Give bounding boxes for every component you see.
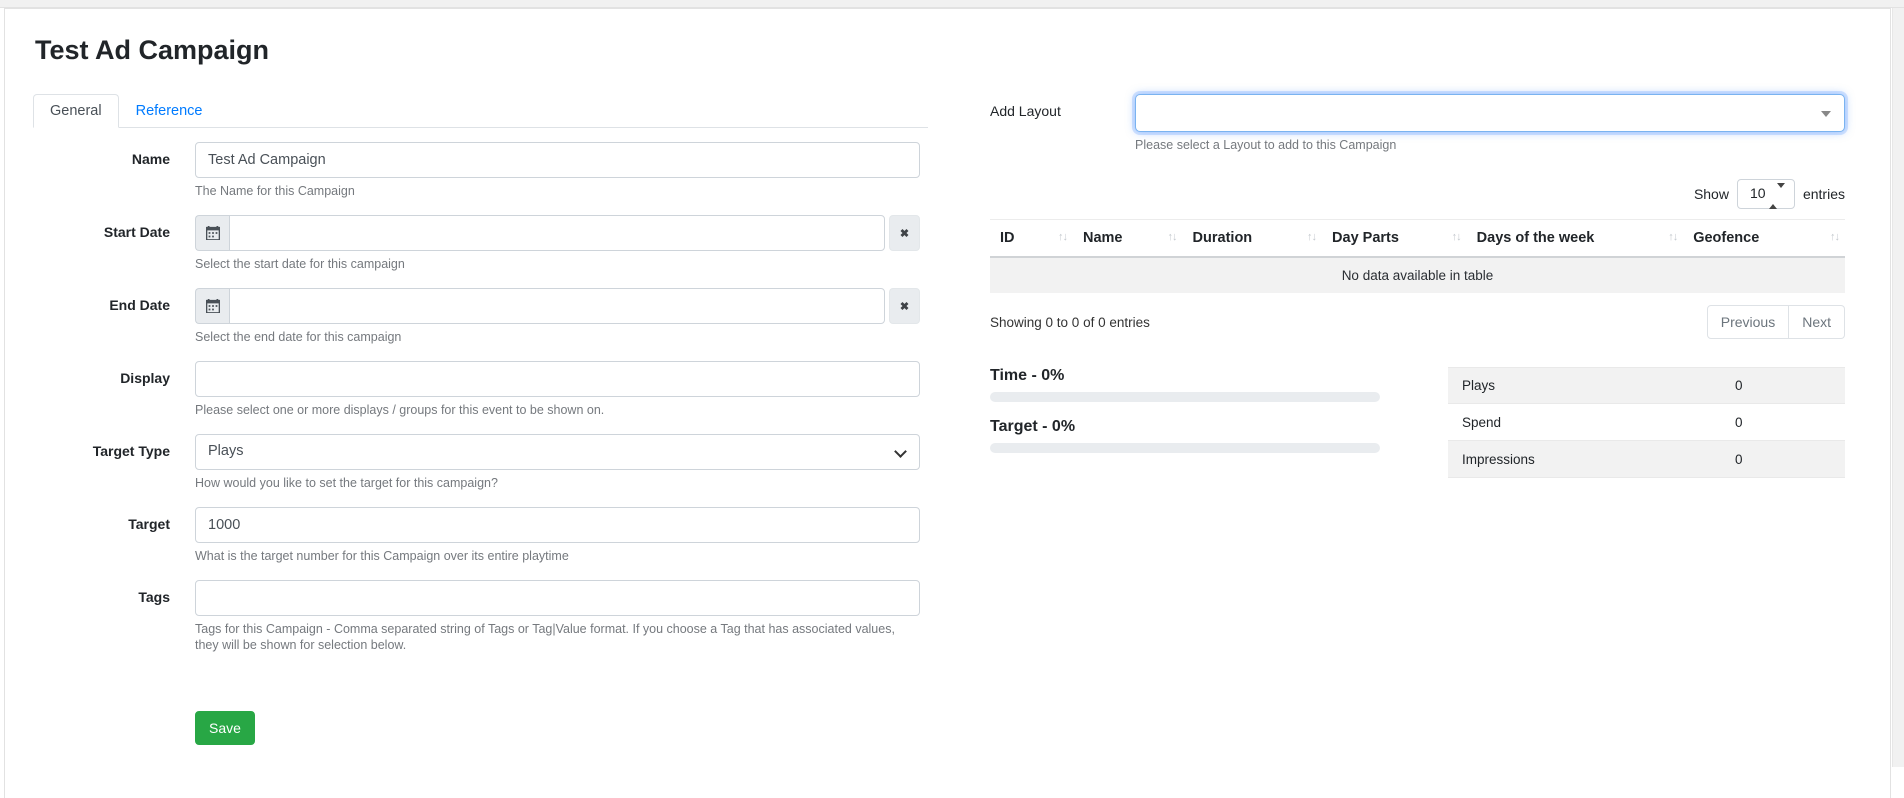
end-date-input[interactable] [229, 288, 885, 324]
column-header-geofence[interactable]: Geofence ↑↓ [1683, 220, 1845, 258]
clear-end-date-button[interactable]: ✖ [889, 288, 920, 324]
stat-value: 0 [1735, 415, 1831, 430]
tab-reference[interactable]: Reference [119, 94, 220, 128]
tab-general[interactable]: General [33, 94, 119, 128]
save-button[interactable]: Save [195, 711, 255, 745]
display-helper: Please select one or more displays / gro… [195, 402, 920, 418]
entries-label: entries [1803, 186, 1845, 202]
end-date-label: End Date [33, 288, 195, 345]
window-top-strip [0, 0, 1904, 8]
sort-icon: ↑↓ [1668, 231, 1677, 243]
stat-label: Plays [1462, 378, 1735, 393]
sort-icon: ↑↓ [1452, 231, 1461, 243]
table-summary: Showing 0 to 0 of 0 entries [990, 315, 1150, 330]
display-label: Display [33, 361, 195, 418]
progress-section: Time - 0% Target - 0% [990, 367, 1380, 478]
column-header-days-of-week[interactable]: Days of the week ↑↓ [1467, 220, 1684, 258]
stat-row-spend: Spend 0 [1448, 404, 1845, 441]
page-length-select[interactable]: 10 [1737, 179, 1795, 209]
target-type-helper: How would you like to set the target for… [195, 475, 920, 491]
clear-start-date-button[interactable]: ✖ [889, 215, 920, 251]
empty-table-message: No data available in table [990, 257, 1845, 293]
name-label: Name [33, 142, 195, 199]
display-field-group: Display Please select one or more displa… [33, 361, 928, 418]
sort-icon: ↑↓ [1307, 231, 1316, 243]
tags-field-group: Tags Tags for this Campaign - Comma sepa… [33, 580, 928, 745]
show-label: Show [1694, 186, 1729, 202]
layouts-table: ID ↑↓ Name ↑↓ Duration ↑↓ Day Parts ↑↓ [990, 219, 1845, 293]
column-header-duration[interactable]: Duration ↑↓ [1183, 220, 1323, 258]
name-helper: The Name for this Campaign [195, 183, 920, 199]
target-label: Target [33, 507, 195, 564]
add-layout-helper: Please select a Layout to add to this Ca… [1135, 137, 1845, 153]
page-length-control: Show 10 entries [990, 179, 1845, 209]
target-type-select[interactable]: Plays [195, 434, 920, 470]
stat-label: Impressions [1462, 452, 1735, 467]
name-input[interactable] [195, 142, 920, 178]
target-progress-label: Target - 0% [990, 418, 1380, 436]
stat-value: 0 [1735, 378, 1831, 393]
stats-list: Plays 0 Spend 0 Impressions 0 [1448, 367, 1845, 478]
time-progress-group: Time - 0% [990, 367, 1380, 402]
campaign-form: Name The Name for this Campaign Start Da… [33, 142, 928, 745]
target-field-group: Target What is the target number for thi… [33, 507, 928, 564]
target-type-selected-value: Plays [208, 443, 243, 459]
start-date-label: Start Date [33, 215, 195, 272]
page-title: Test Ad Campaign [35, 34, 1845, 66]
chevron-down-icon [894, 445, 907, 458]
previous-page-button[interactable]: Previous [1707, 305, 1789, 339]
table-header-row: ID ↑↓ Name ↑↓ Duration ↑↓ Day Parts ↑↓ [990, 220, 1845, 258]
start-date-field-group: Start Date ✖ Select the start date for t… [33, 215, 928, 272]
vertical-scrollbar[interactable] [1892, 8, 1904, 767]
target-type-label: Target Type [33, 434, 195, 491]
column-header-name[interactable]: Name ↑↓ [1073, 220, 1183, 258]
start-date-helper: Select the start date for this campaign [195, 256, 920, 272]
sort-icon: ↑↓ [1830, 231, 1839, 243]
stat-label: Spend [1462, 415, 1735, 430]
add-layout-label: Add Layout [990, 94, 1135, 132]
end-date-field-group: End Date ✖ Select the end date for this … [33, 288, 928, 345]
dropdown-arrow-icon [1821, 111, 1831, 117]
start-date-input[interactable] [229, 215, 885, 251]
target-helper: What is the target number for this Campa… [195, 548, 920, 564]
spinner-arrows-icon [1769, 188, 1785, 204]
column-header-day-parts[interactable]: Day Parts ↑↓ [1322, 220, 1467, 258]
next-page-button[interactable]: Next [1789, 305, 1845, 339]
layouts-panel: Add Layout Please select a Layout to add… [990, 94, 1845, 478]
stat-row-impressions: Impressions 0 [1448, 441, 1845, 478]
empty-table-row: No data available in table [990, 257, 1845, 293]
pagination: Previous Next [1707, 305, 1845, 339]
page-length-value: 10 [1750, 185, 1766, 201]
add-layout-select[interactable] [1135, 94, 1845, 132]
calendar-icon [195, 288, 229, 324]
time-progress-bar [990, 392, 1380, 402]
campaign-form-panel: General Reference Name The Name for this… [33, 94, 928, 761]
target-input[interactable] [195, 507, 920, 543]
name-field-group: Name The Name for this Campaign [33, 142, 928, 199]
target-progress-bar [990, 443, 1380, 453]
tab-bar: General Reference [33, 94, 928, 128]
end-date-helper: Select the end date for this campaign [195, 329, 920, 345]
stat-value: 0 [1735, 452, 1831, 467]
sort-icon: ↑↓ [1058, 231, 1067, 243]
time-progress-label: Time - 0% [990, 367, 1380, 385]
tags-label: Tags [33, 580, 195, 745]
column-header-id[interactable]: ID ↑↓ [990, 220, 1073, 258]
sort-icon: ↑↓ [1168, 231, 1177, 243]
tags-input[interactable] [195, 580, 920, 616]
stat-row-plays: Plays 0 [1448, 367, 1845, 404]
target-progress-group: Target - 0% [990, 418, 1380, 453]
tags-helper: Tags for this Campaign - Comma separated… [195, 621, 920, 653]
display-input[interactable] [195, 361, 920, 397]
target-type-field-group: Target Type Plays How would you like to … [33, 434, 928, 491]
calendar-icon [195, 215, 229, 251]
campaign-card: Test Ad Campaign General Reference Name … [4, 8, 1891, 798]
